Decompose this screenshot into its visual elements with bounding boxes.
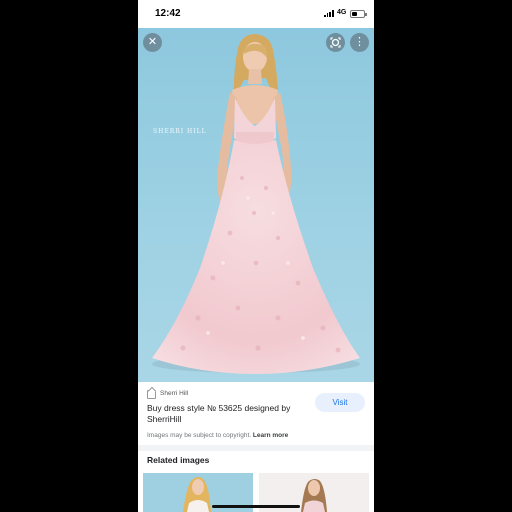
related-images-heading: Related images: [147, 455, 210, 465]
dress-photo: [152, 34, 360, 374]
result-title[interactable]: Buy dress style № 53625 designed by Sher…: [147, 403, 307, 425]
site-favicon-icon: [147, 390, 156, 399]
lens-icon[interactable]: [326, 33, 345, 52]
learn-more-link[interactable]: Learn more: [253, 432, 288, 439]
result-info-panel: Sherri Hill Buy dress style № 53625 desi…: [138, 382, 374, 512]
copyright-notice: Images may be subject to copyright. Lear…: [147, 432, 288, 439]
phone-screen: 12:42 4G SHERRI HILL ✕ ⋮ Sherri Hill Buy…: [138, 0, 374, 512]
status-bar: 12:42 4G: [138, 0, 374, 28]
signal-icon: [324, 10, 334, 17]
more-vert-icon[interactable]: ⋮: [350, 33, 369, 52]
home-indicator[interactable]: [212, 505, 300, 508]
status-time: 12:42: [155, 8, 181, 19]
battery-icon: [350, 10, 367, 18]
visit-button[interactable]: Visit: [315, 393, 365, 412]
close-icon[interactable]: ✕: [143, 33, 162, 52]
source-name: Sherri Hill: [160, 390, 189, 397]
copyright-text: Images may be subject to copyright.: [147, 432, 252, 439]
brand-watermark: SHERRI HILL: [153, 128, 207, 135]
section-divider: [138, 445, 374, 451]
dress-image[interactable]: SHERRI HILL ✕ ⋮: [138, 28, 374, 382]
network-type: 4G: [337, 9, 347, 16]
